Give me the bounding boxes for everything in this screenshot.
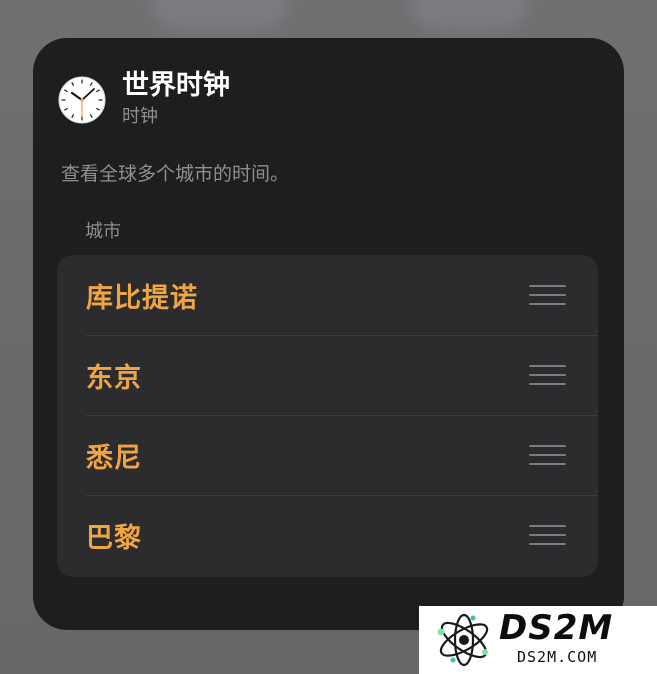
- atom-logo-icon: [437, 613, 489, 667]
- city-label: 悉尼: [86, 442, 142, 474]
- cities-section-header: 城市: [85, 221, 121, 242]
- city-label: 库比提诺: [86, 282, 198, 314]
- city-list: 库比提诺 东京 悉尼 巴黎: [57, 255, 598, 577]
- reorder-handle-icon[interactable]: [529, 525, 566, 545]
- city-row-paris[interactable]: 巴黎: [57, 495, 598, 575]
- header-titles: 世界时钟 时钟: [122, 70, 230, 130]
- widget-description: 查看全球多个城市的时间。: [61, 163, 290, 185]
- widget-subtitle: 时钟: [122, 106, 158, 127]
- city-row-tokyo[interactable]: 东京: [57, 335, 598, 415]
- reorder-handle-icon[interactable]: [529, 445, 566, 465]
- widget-title: 世界时钟: [122, 70, 230, 101]
- city-label: 巴黎: [86, 522, 142, 554]
- city-label: 东京: [86, 362, 142, 394]
- watermark: DS2M DS2M.COM: [419, 606, 657, 674]
- world-clock-widget-card: 世界时钟 时钟 查看全球多个城市的时间。 城市 库比提诺 东京 悉尼 巴黎: [33, 38, 624, 630]
- reorder-handle-icon[interactable]: [529, 365, 566, 385]
- widget-header: 世界时钟 时钟: [58, 70, 230, 130]
- clock-icon: [58, 76, 106, 124]
- watermark-url: DS2M.COM: [517, 648, 598, 666]
- watermark-brand: DS2M: [499, 608, 614, 648]
- city-row-sydney[interactable]: 悉尼: [57, 415, 598, 495]
- city-row-cupertino[interactable]: 库比提诺: [57, 255, 598, 335]
- reorder-handle-icon[interactable]: [529, 285, 566, 305]
